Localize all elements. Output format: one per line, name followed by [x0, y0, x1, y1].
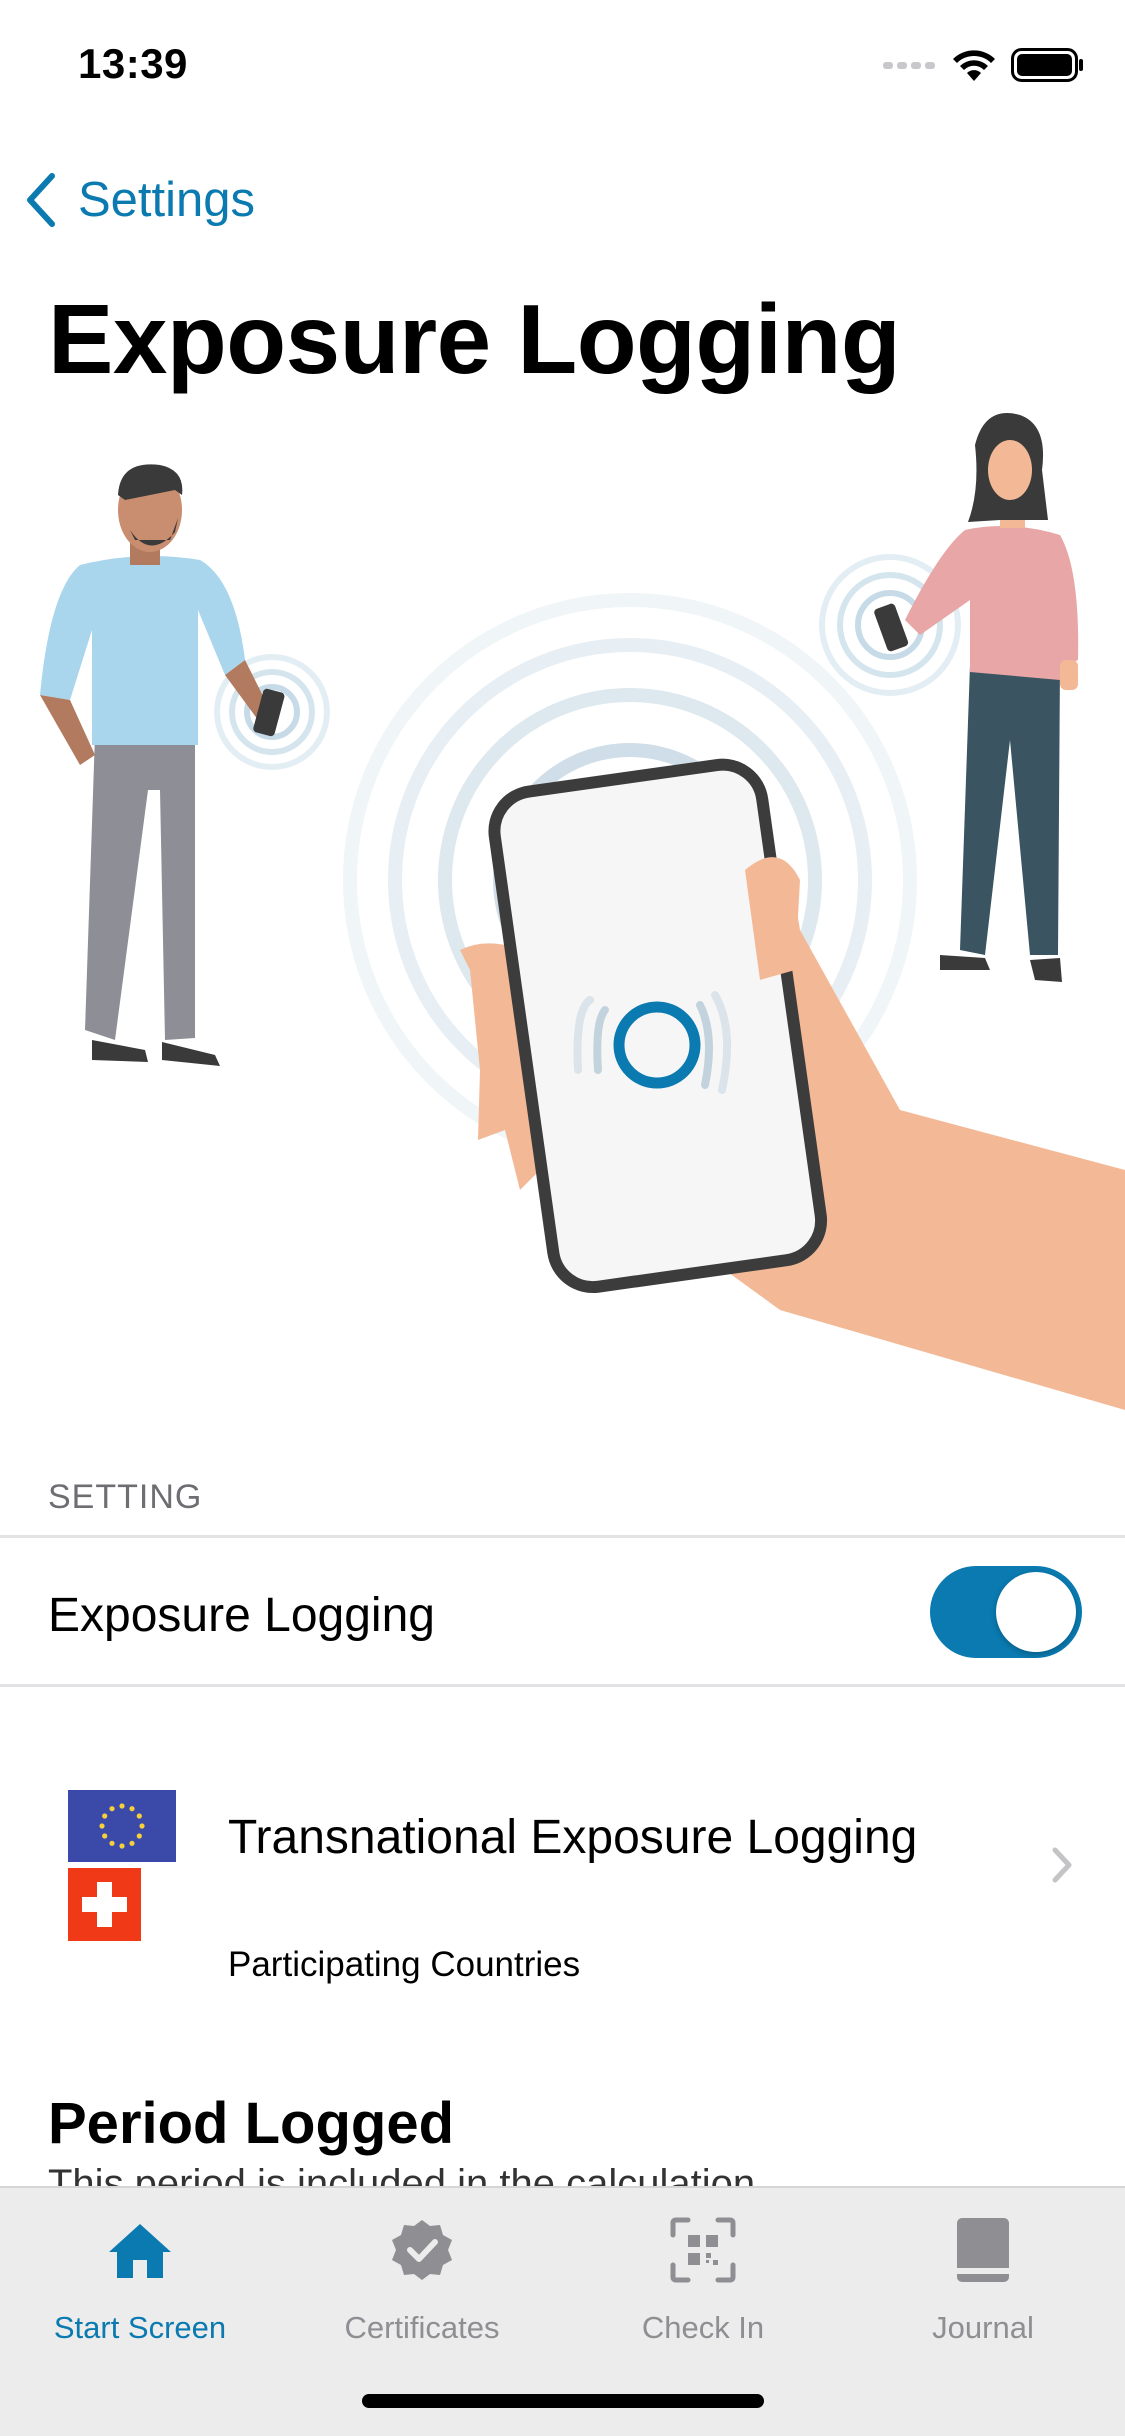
- tab-label: Journal: [932, 2310, 1034, 2345]
- tab-journal[interactable]: Journal: [863, 2210, 1103, 2346]
- status-bar: 13:39: [0, 0, 1125, 132]
- transnational-exposure-logging-row[interactable]: Transnational Exposure Logging Participa…: [0, 1760, 1125, 2010]
- tab-start-screen[interactable]: Start Screen: [20, 2210, 260, 2346]
- divider: [0, 1684, 1125, 1687]
- participating-countries-label: Participating Countries: [228, 1945, 581, 1984]
- status-icons: [883, 48, 1085, 82]
- tab-label: Certificates: [344, 2310, 500, 2345]
- tab-label: Check In: [641, 2310, 765, 2345]
- tab-label: Start Screen: [53, 2310, 227, 2345]
- back-button[interactable]: Settings: [22, 160, 255, 240]
- chevron-left-icon: [27, 173, 55, 227]
- status-time: 13:39: [78, 40, 188, 87]
- qr-code-icon: [670, 2217, 736, 2283]
- tab-certificates[interactable]: Certificates: [302, 2210, 542, 2346]
- certificate-badge-icon: [392, 2220, 452, 2280]
- back-button-label: Settings: [78, 173, 256, 227]
- battery-icon: [1011, 48, 1083, 82]
- home-icon: [109, 2224, 171, 2278]
- wifi-icon: [953, 50, 995, 81]
- journal-book-icon: [957, 2218, 1009, 2282]
- page-title: Exposure Logging: [48, 284, 901, 394]
- exposure-logging-row: Exposure Logging: [0, 1538, 1125, 1686]
- home-indicator: [362, 2394, 764, 2408]
- eu-flag-icon: [68, 1790, 176, 1862]
- swiss-flag-icon: [68, 1868, 141, 1941]
- exposure-logging-illustration: [40, 413, 1125, 1410]
- period-logged-title: Period Logged: [48, 2091, 454, 2156]
- exposure-logging-toggle[interactable]: [930, 1566, 1082, 1658]
- man-figure: [40, 464, 330, 1066]
- cellular-signal-icon: [883, 62, 935, 69]
- section-header-setting: SETTING: [48, 1478, 203, 1516]
- chevron-right-icon: [1052, 1847, 1072, 1883]
- toggle-knob: [996, 1572, 1076, 1652]
- tab-check-in[interactable]: Check In: [583, 2210, 823, 2346]
- exposure-logging-label: Exposure Logging: [48, 1589, 435, 1642]
- transnational-title: Transnational Exposure Logging: [228, 1811, 918, 1864]
